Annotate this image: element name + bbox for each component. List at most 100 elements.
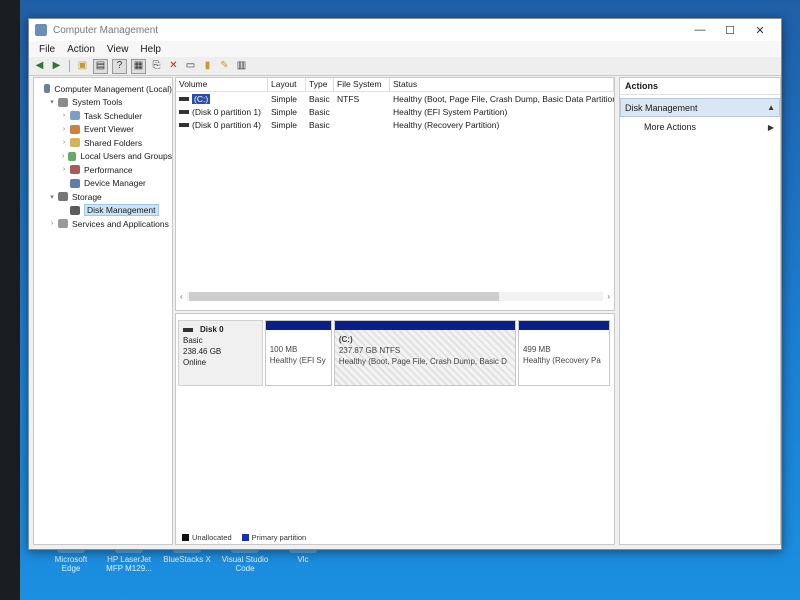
shared-folder-icon bbox=[70, 138, 80, 148]
menu-file[interactable]: File bbox=[33, 44, 61, 55]
tree-item-services-and-applications[interactable]: › Services and Applications bbox=[34, 217, 172, 231]
expand-toggle-icon[interactable]: › bbox=[60, 112, 68, 119]
volume-layout: Simple bbox=[271, 119, 297, 130]
actions-pane: Actions Disk Management ▲ More Actions ▶ bbox=[619, 77, 781, 545]
tree-item-performance[interactable]: › Performance bbox=[34, 163, 172, 177]
menu-bar: File Action View Help bbox=[29, 41, 781, 57]
tree-item-label: Task Scheduler bbox=[84, 110, 143, 121]
window-title: Computer Management bbox=[53, 24, 159, 36]
computer-management-window: Computer Management — ☐ ✕ File Action Vi… bbox=[28, 18, 782, 550]
partition-size: 237.87 GB NTFS bbox=[338, 346, 401, 355]
disk-size: 238.46 GB bbox=[183, 347, 222, 356]
title-bar: Computer Management — ☐ ✕ bbox=[29, 19, 781, 41]
help-topic-icon[interactable]: ✎ bbox=[218, 60, 231, 73]
partition-efi[interactable]: 100 MB Healthy (EFI Sy bbox=[264, 320, 332, 386]
volume-status: Healthy (EFI System Partition) bbox=[393, 106, 508, 117]
tree-item-local-users-and-groups[interactable]: › Local Users and Groups bbox=[34, 150, 172, 164]
col-type[interactable]: Type bbox=[306, 78, 334, 91]
tree-item-computer-management-local[interactable]: Computer Management (Local) bbox=[34, 82, 172, 96]
tree-item-shared-folders[interactable]: › Shared Folders bbox=[34, 136, 172, 150]
collapse-caret-icon[interactable]: ▲ bbox=[767, 103, 775, 112]
disk-label[interactable]: Disk 0 Basic 238.46 GB Online bbox=[178, 320, 263, 386]
horizontal-scrollbar[interactable]: ‹ › bbox=[180, 290, 610, 302]
view-icon[interactable]: ▥ bbox=[235, 60, 248, 73]
menu-help[interactable]: Help bbox=[134, 44, 167, 55]
volume-layout: Simple bbox=[271, 106, 297, 117]
shortcut-label: BlueStacks X bbox=[163, 555, 211, 564]
expand-toggle-icon[interactable]: › bbox=[60, 166, 68, 173]
partition-letter: (C:) bbox=[338, 335, 353, 344]
export-icon[interactable]: ▭ bbox=[184, 60, 197, 73]
scroll-left-icon[interactable]: ‹ bbox=[180, 292, 183, 301]
properties-icon[interactable]: ▦ bbox=[131, 58, 146, 74]
more-actions[interactable]: More Actions ▶ bbox=[620, 119, 780, 135]
users-icon bbox=[68, 151, 77, 161]
up-folder-icon[interactable]: ▣ bbox=[76, 60, 89, 73]
tree-item-label: Device Manager bbox=[84, 178, 146, 189]
menu-action[interactable]: Action bbox=[61, 44, 101, 55]
shortcut-label: Microsoft Edge bbox=[54, 555, 88, 573]
volume-row[interactable]: (Disk 0 partition 4) Simple Basic Healthy (… bbox=[176, 118, 614, 131]
partition-c[interactable]: (C:) 237.87 GB NTFS Healthy (Boot, Page … bbox=[333, 320, 516, 386]
volume-row[interactable]: (Disk 0 partition 1) Simple Basic Healthy (… bbox=[176, 105, 614, 118]
tree-item-task-scheduler[interactable]: › Task Scheduler bbox=[34, 109, 172, 123]
scroll-track[interactable] bbox=[186, 291, 604, 301]
actions-section-disk-management[interactable]: Disk Management ▲ bbox=[620, 98, 780, 117]
col-file-system[interactable]: File System bbox=[334, 78, 390, 91]
computer-icon bbox=[43, 84, 51, 94]
tree-item-label: Local Users and Groups bbox=[80, 151, 172, 162]
refresh-icon[interactable]: ▮ bbox=[201, 60, 214, 73]
tree-item-label: Shared Folders bbox=[84, 137, 143, 148]
scroll-right-icon[interactable]: › bbox=[607, 292, 610, 301]
clock-icon bbox=[70, 111, 80, 121]
primary-partition-bar bbox=[334, 321, 515, 330]
expand-toggle-icon[interactable]: › bbox=[60, 139, 68, 146]
back-arrow-icon[interactable]: ◀ bbox=[33, 60, 46, 73]
shortcut-label: Vlc bbox=[297, 555, 309, 564]
partition-status: Healthy (Recovery Pa bbox=[522, 356, 601, 365]
disk-0-row[interactable]: Disk 0 Basic 238.46 GB Online 100 MB Hea… bbox=[178, 320, 610, 386]
close-button[interactable]: ✕ bbox=[745, 24, 775, 37]
tree-item-disk-management[interactable]: Disk Management bbox=[34, 204, 172, 218]
expand-toggle-icon[interactable]: ▾ bbox=[48, 98, 56, 106]
partition-size: 100 MB bbox=[269, 345, 298, 354]
expand-toggle-icon[interactable]: › bbox=[48, 220, 56, 227]
minimize-button[interactable]: — bbox=[685, 24, 715, 36]
delete-icon[interactable]: ✕ bbox=[167, 60, 180, 73]
actions-header: Actions bbox=[620, 78, 780, 95]
volume-list: Volume Layout Type File System Status (C… bbox=[175, 77, 615, 311]
volume-row[interactable]: (C:) Simple Basic NTFS Healthy (Boot, Page F… bbox=[176, 92, 614, 105]
forward-arrow-icon[interactable]: ▶ bbox=[50, 60, 63, 73]
volume-icon bbox=[179, 122, 189, 127]
disk-type: Basic bbox=[183, 336, 203, 345]
show-hide-tree-icon[interactable]: ▤ bbox=[93, 58, 108, 74]
expand-toggle-icon[interactable]: › bbox=[60, 153, 66, 160]
scroll-thumb[interactable] bbox=[188, 291, 499, 301]
disk-state: Online bbox=[183, 358, 207, 367]
col-volume[interactable]: Volume bbox=[176, 78, 268, 91]
services-icon bbox=[58, 219, 68, 229]
menu-view[interactable]: View bbox=[101, 44, 135, 55]
tree-item-event-viewer[interactable]: › Event Viewer bbox=[34, 123, 172, 137]
tree-item-storage[interactable]: ▾ Storage bbox=[34, 190, 172, 204]
disk-icon bbox=[70, 205, 80, 215]
console-tree: Computer Management (Local) ▾ System Tools… bbox=[33, 77, 173, 545]
volume-file-system: NTFS bbox=[337, 93, 360, 104]
volume-status: Healthy (Recovery Partition) bbox=[393, 119, 500, 130]
tree-item-system-tools[interactable]: ▾ System Tools bbox=[34, 96, 172, 110]
expand-toggle-icon[interactable]: › bbox=[60, 126, 68, 133]
connect-icon[interactable]: ⎘ bbox=[150, 60, 163, 73]
tree-item-label: Services and Applications bbox=[72, 218, 169, 229]
col-layout[interactable]: Layout bbox=[268, 78, 306, 91]
col-status[interactable]: Status bbox=[390, 78, 614, 91]
tree-item-label: Disk Management bbox=[84, 204, 159, 217]
help-icon[interactable]: ? bbox=[112, 58, 127, 74]
expand-toggle-icon[interactable]: ▾ bbox=[48, 193, 56, 201]
maximize-button[interactable]: ☐ bbox=[715, 24, 745, 37]
disk-name: Disk 0 bbox=[200, 325, 224, 334]
partition-recovery[interactable]: 499 MB Healthy (Recovery Pa bbox=[517, 320, 610, 386]
legend-primary: Primary partition bbox=[241, 533, 306, 542]
tree-item-device-manager[interactable]: Device Manager bbox=[34, 177, 172, 191]
partition-status: Healthy (Boot, Page File, Crash Dump, Ba… bbox=[338, 357, 507, 366]
volume-status: Healthy (Boot, Page File, Crash Dump, Ba… bbox=[393, 93, 614, 104]
